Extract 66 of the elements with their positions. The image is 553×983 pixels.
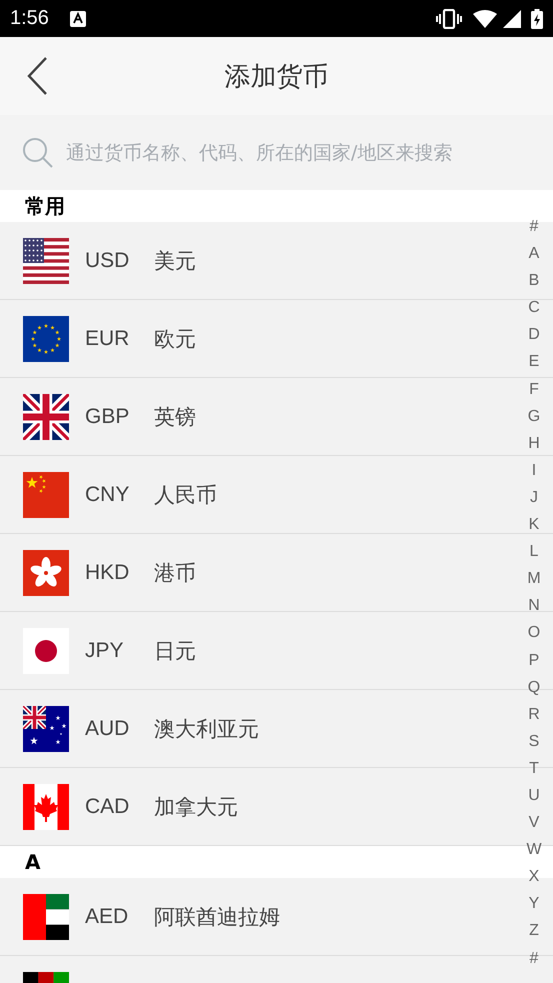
battery-icon <box>531 8 543 28</box>
wifi-icon <box>473 10 497 28</box>
currency-code: EUR <box>84 326 130 350</box>
index-letter[interactable]: W <box>526 836 542 864</box>
section-heading: 常用 <box>25 192 65 220</box>
index-letter[interactable]: X <box>528 863 540 890</box>
index-letter[interactable]: V <box>528 809 540 836</box>
index-letter[interactable]: H <box>528 430 540 457</box>
currency-code: CAD <box>84 794 130 818</box>
flag-icon <box>23 238 69 284</box>
section-heading: A <box>25 850 40 874</box>
index-letter[interactable]: U <box>528 782 540 810</box>
index-letter[interactable]: K <box>528 511 540 538</box>
index-letter[interactable]: O <box>528 619 540 646</box>
index-letter[interactable]: Q <box>528 674 540 701</box>
vibrate-icon <box>436 8 462 28</box>
index-letter[interactable]: A <box>528 240 540 268</box>
index-letter[interactable]: R <box>528 700 540 728</box>
index-letter[interactable]: P <box>528 646 540 674</box>
signal-icon <box>503 10 521 28</box>
currency-code: AUD <box>84 716 130 740</box>
index-letter[interactable]: N <box>528 592 540 620</box>
notification-icon <box>70 10 86 26</box>
index-letter[interactable]: L <box>530 538 538 566</box>
currency-code: USD <box>84 248 130 272</box>
flag-icon <box>23 550 69 596</box>
currency-name: 阿联酋迪拉姆 <box>154 904 280 930</box>
currency-code: AED <box>84 904 130 928</box>
index-letter[interactable]: F <box>529 376 539 403</box>
index-letter[interactable]: Z <box>529 917 539 945</box>
currency-name: 英镑 <box>154 404 196 430</box>
currency-code: CNY <box>84 482 130 506</box>
index-letter[interactable]: C <box>528 294 540 322</box>
flag-icon <box>23 628 69 674</box>
currency-name: 港币 <box>154 560 196 586</box>
currency-name: 澳大利亚元 <box>154 716 259 742</box>
search-icon <box>22 136 54 168</box>
index-letter[interactable]: E <box>528 348 540 376</box>
flag-icon <box>23 316 69 362</box>
index-letter[interactable]: D <box>528 321 540 348</box>
index-letter[interactable]: B <box>528 267 540 294</box>
index-letter[interactable]: M <box>527 565 541 592</box>
currency-code: JPY <box>84 638 125 662</box>
currency-name: 欧元 <box>154 326 196 352</box>
currency-name: 加拿大元 <box>154 794 238 820</box>
index-letter[interactable]: Y <box>528 890 540 918</box>
search-field[interactable]: 通过货币名称、代码、所在的国家/地区来搜索 <box>66 142 536 164</box>
index-letter[interactable]: # <box>530 213 538 240</box>
index-letter[interactable]: G <box>528 402 540 430</box>
flag-icon <box>23 894 69 940</box>
flag-icon <box>23 706 69 752</box>
currency-code: GBP <box>84 404 130 428</box>
page-title: 添加货币 <box>224 60 328 94</box>
index-letter[interactable]: J <box>530 484 538 512</box>
currency-code: HKD <box>84 560 130 584</box>
flag-icon <box>23 472 69 518</box>
currency-name: 人民币 <box>154 482 217 508</box>
flag-icon <box>23 394 69 440</box>
index-letter[interactable]: S <box>528 728 540 755</box>
currency-name: 日元 <box>154 638 196 664</box>
flag-icon <box>23 784 69 830</box>
index-letter[interactable]: # <box>530 944 538 972</box>
index-letter[interactable]: I <box>532 456 536 484</box>
index-letter[interactable]: T <box>529 754 539 782</box>
currency-name: 美元 <box>154 248 196 274</box>
clock-time: 1:56 <box>10 7 49 30</box>
